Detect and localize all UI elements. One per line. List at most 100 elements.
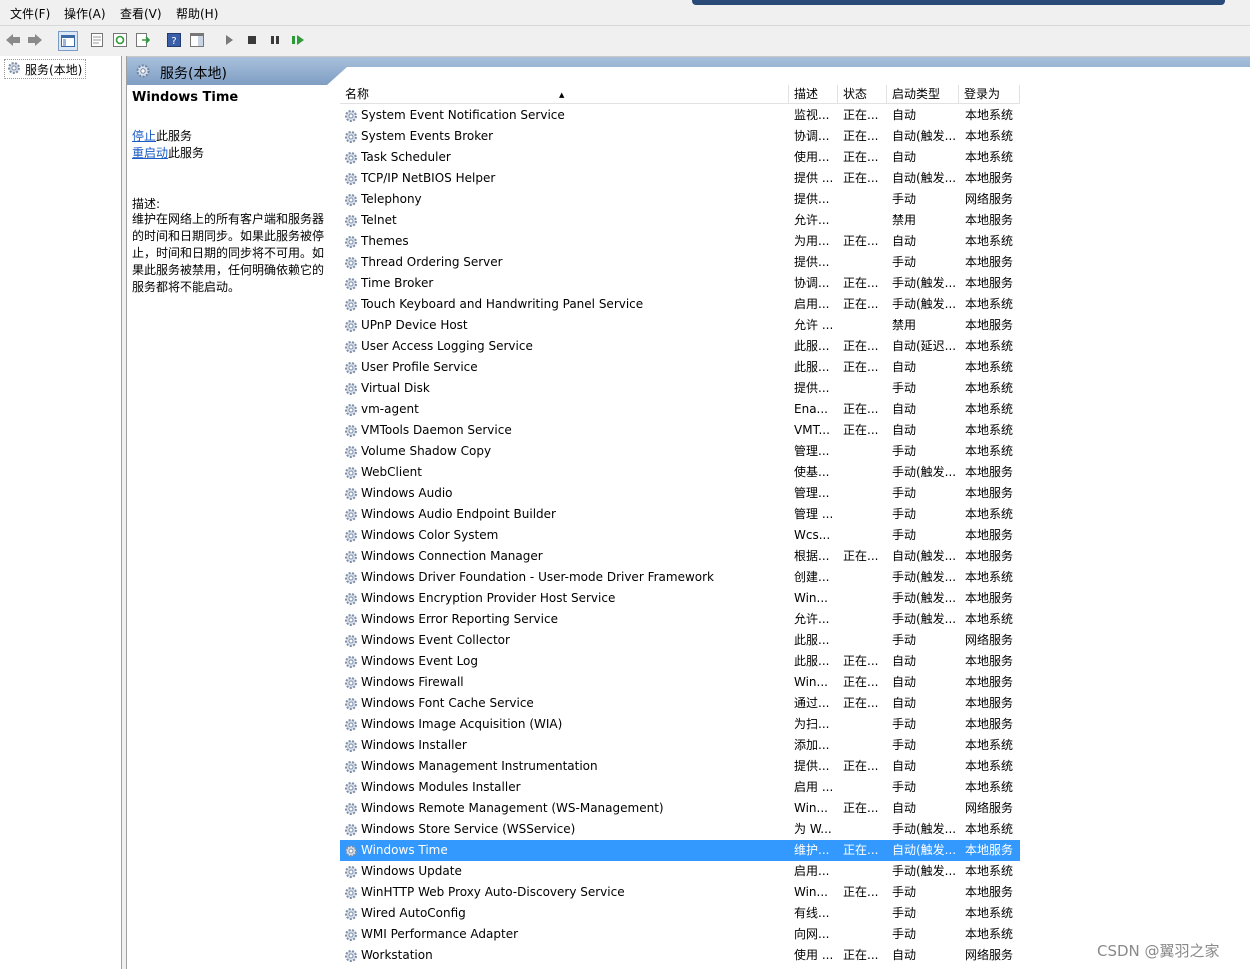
table-row[interactable]: Windows Encryption Provider Host Service… [340,588,1020,609]
service-startup-cell: 自动(触发... [892,549,957,563]
restart-service-icon[interactable] [289,31,307,49]
refresh-icon[interactable] [111,31,129,49]
properties-icon[interactable] [88,31,106,49]
service-name-cell: Windows Connection Manager [361,549,543,563]
service-name-cell: Time Broker [361,276,434,290]
service-logon-cell: 本地服务 [965,318,1014,332]
table-row[interactable]: Windows Installer 添加... 手动 本地系统 [340,735,1020,756]
table-row[interactable]: Telnet 允许... 禁用 本地服务 [340,210,1020,231]
column-name-label: 名称 [345,87,370,101]
table-row[interactable]: Time Broker 协调... 正在... 手动(触发... 本地服务 [340,273,1020,294]
service-logon-cell: 本地系统 [965,381,1014,395]
table-row[interactable]: WebClient 使基... 手动(触发... 本地服务 [340,462,1020,483]
table-row[interactable]: Windows Event Collector 此服... 手动 网络服务 [340,630,1020,651]
service-status-cell: 正在... [843,948,879,962]
table-row[interactable]: System Event Notification Service 监视... 正在… [340,105,1020,126]
service-status-cell: 正在... [843,360,879,374]
service-startup-cell: 自动 [892,423,917,437]
menu-help[interactable]: 帮助(H) [176,5,218,22]
table-row[interactable]: Windows Modules Installer 启用 ... 手动 本地系统 [340,777,1020,798]
table-row[interactable]: User Access Logging Service 此服... 正在... 自动(… [340,336,1020,357]
table-row[interactable]: Windows Driver Foundation - User-mode Dr… [340,567,1020,588]
table-row[interactable]: Telephony 提供... 手动 网络服务 [340,189,1020,210]
service-name-cell: Task Scheduler [361,150,451,164]
service-name-cell: Telephony [361,192,422,206]
column-header-startup[interactable]: 启动类型 [887,85,959,104]
table-row[interactable]: UPnP Device Host 允许 ... 禁用 本地服务 [340,315,1020,336]
service-gear-icon [343,147,359,168]
forward-arrow-icon[interactable] [26,31,44,49]
table-row[interactable]: vm-agent Ena... 正在... 自动 本地系统 [340,399,1020,420]
service-status-cell: 正在... [843,654,879,668]
service-gear-icon [343,294,359,315]
table-row[interactable]: Themes 为用... 正在... 自动 本地系统 [340,231,1020,252]
table-row[interactable]: User Profile Service 此服... 正在... 自动 本地系统 [340,357,1020,378]
service-name-cell: Thread Ordering Server [361,255,503,269]
console-tree-icon[interactable] [58,31,78,51]
table-row[interactable]: Windows Audio Endpoint Builder 管理 ... 手动 本地… [340,504,1020,525]
tree-item-services-local[interactable]: 服务(本地) [4,59,87,79]
export-list-icon[interactable] [134,31,152,49]
service-startup-cell: 自动(延迟... [892,339,957,353]
table-row[interactable]: Touch Keyboard and Handwriting Panel Ser… [340,294,1020,315]
column-header-desc[interactable]: 描述 [789,85,838,104]
service-name-cell: Windows Font Cache Service [361,696,534,710]
pause-service-icon[interactable] [266,31,284,49]
service-desc-cell: 此服... [794,360,830,374]
table-row[interactable]: WMI Performance Adapter 向网... 手动 本地系统 [340,924,1020,945]
service-status-cell [843,483,885,504]
table-row[interactable]: Windows Audio 管理... 手动 本地服务 [340,483,1020,504]
table-row[interactable]: WinHTTP Web Proxy Auto-Discovery Service… [340,882,1020,903]
service-gear-icon [343,273,359,294]
table-row[interactable]: System Events Broker 协调... 正在... 自动(触发... 本地… [340,126,1020,147]
service-logon-cell: 网络服务 [965,192,1014,206]
table-row[interactable]: Windows Event Log 此服... 正在... 自动 本地服务 [340,651,1020,672]
table-row[interactable]: Windows Update 启用... 手动(触发... 本地系统 [340,861,1020,882]
table-row[interactable]: Windows Image Acquisition (WIA) 为扫... 手动 本地… [340,714,1020,735]
table-row[interactable]: Windows Connection Manager 根据... 正在... 自动(触… [340,546,1020,567]
service-gear-icon [343,798,359,819]
service-startup-cell: 手动 [892,906,917,920]
table-row[interactable]: Virtual Disk 提供... 手动 本地系统 [340,378,1020,399]
show-hide-action-pane-icon[interactable] [188,31,206,49]
table-row[interactable]: VMTools Daemon Service VMT... 正在... 自动 本地系统 [340,420,1020,441]
start-service-icon[interactable] [220,31,238,49]
service-gear-icon [343,546,359,567]
column-header-status[interactable]: 状态 [838,85,887,104]
column-header-name[interactable]: 名称 ▲ [340,85,789,104]
table-row[interactable]: Workstation 使用 ... 正在... 自动 网络服务 [340,945,1020,966]
service-gear-icon [343,588,359,609]
restart-link[interactable]: 重启动 [132,146,168,160]
stop-service-icon[interactable] [243,31,261,49]
table-row[interactable]: Windows Color System Wcs... 手动 本地服务 [340,525,1020,546]
back-arrow-icon[interactable] [4,31,22,49]
table-row[interactable]: Windows Time 维护... 正在... 自动(触发... 本地服务 [340,840,1020,861]
table-row[interactable]: Thread Ordering Server 提供... 手动 本地服务 [340,252,1020,273]
table-row[interactable]: Task Scheduler 使用... 正在... 自动 本地系统 [340,147,1020,168]
service-logon-cell: 网络服务 [965,948,1014,962]
table-row[interactable]: Windows Store Service (WSService) 为 W... 手… [340,819,1020,840]
gear-icon [134,62,152,84]
table-row[interactable]: Volume Shadow Copy 管理... 手动 本地系统 [340,441,1020,462]
table-row[interactable]: Windows Remote Management (WS-Management… [340,798,1020,819]
stop-link[interactable]: 停止 [132,129,156,143]
column-header-logon[interactable]: 登录为 [959,85,1020,104]
service-gear-icon [343,378,359,399]
service-desc-cell: 启用... [794,864,830,878]
table-row[interactable]: Windows Error Reporting Service 允许... 手动(触… [340,609,1020,630]
service-name-cell: Virtual Disk [361,381,430,395]
menu-action[interactable]: 操作(A) [64,5,106,22]
table-row[interactable]: Windows Font Cache Service 通过... 正在... 自动 本地… [340,693,1020,714]
table-row[interactable]: Windows Management Instrumentation 提供... 正… [340,756,1020,777]
service-name-cell: Windows Audio [361,486,453,500]
service-desc-cell: 允许 ... [794,318,834,332]
service-name-cell: WebClient [361,465,422,479]
table-row[interactable]: Windows Firewall Win... 正在... 自动 本地服务 [340,672,1020,693]
table-row[interactable]: TCP/IP NetBIOS Helper 提供 ... 正在... 自动(触发...… [340,168,1020,189]
help-icon[interactable]: ? [165,31,183,49]
service-startup-cell: 自动 [892,759,917,773]
menu-view[interactable]: 查看(V) [120,5,162,22]
table-row[interactable]: Wired AutoConfig 有线... 手动 本地系统 [340,903,1020,924]
menu-file[interactable]: 文件(F) [10,5,50,22]
service-desc-cell: 为用... [794,234,830,248]
